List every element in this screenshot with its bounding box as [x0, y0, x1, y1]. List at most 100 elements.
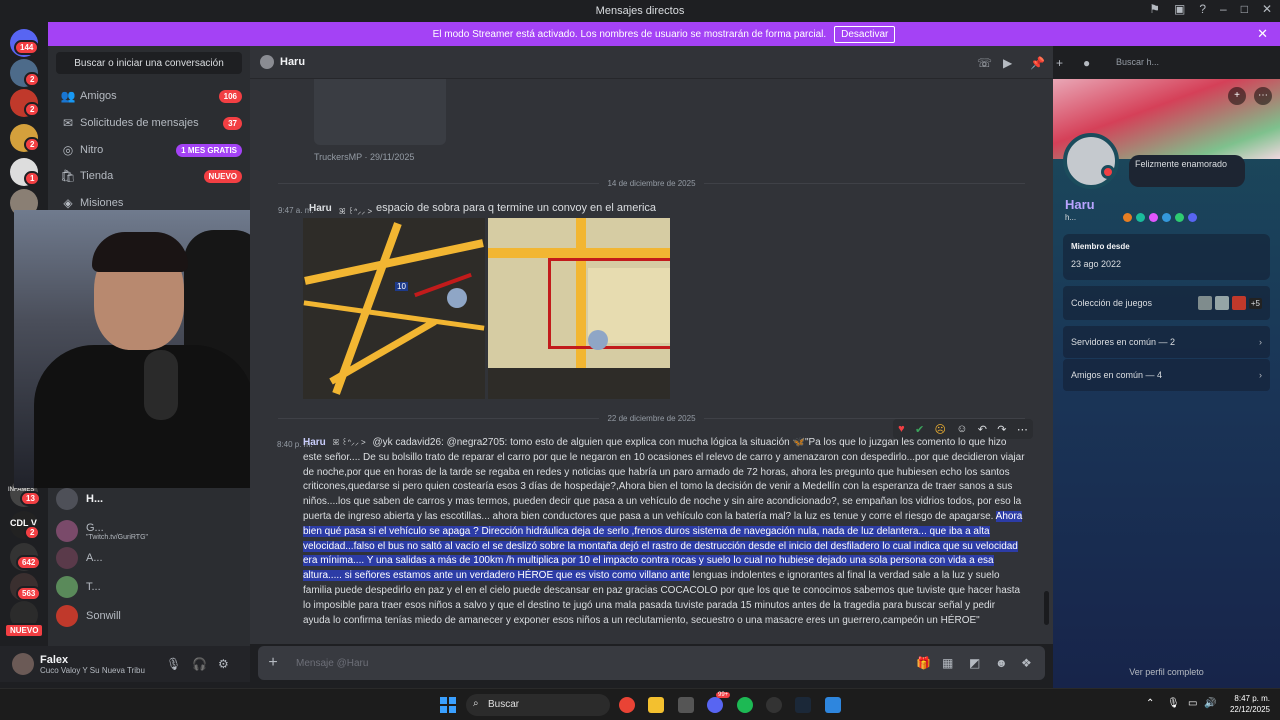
- title-bar: Mensajes directos ⚑ ▣ ? – □ ✕: [0, 0, 1280, 21]
- app-icon[interactable]: [825, 697, 841, 713]
- more-games-count: +5: [1248, 297, 1262, 309]
- headphones-icon[interactable]: 🎧: [192, 657, 207, 671]
- help-icon[interactable]: ?: [1199, 2, 1206, 16]
- minimize-button[interactable]: –: [1220, 2, 1227, 16]
- message-list: TruckersMP · 29/11/2025 14 de diciembre …: [250, 79, 1053, 644]
- more-icon[interactable]: ⋯: [1254, 87, 1272, 105]
- search-conversation-button[interactable]: Buscar o iniciar una conversación: [56, 52, 242, 74]
- pin-icon[interactable]: 📌: [1030, 56, 1045, 70]
- emoji-reaction-icon[interactable]: ☹: [934, 423, 945, 436]
- game-collection-row[interactable]: Colección de juegos +5: [1063, 286, 1270, 320]
- emoji-icon[interactable]: ☻: [995, 656, 1008, 670]
- video-icon[interactable]: ▶: [1003, 56, 1012, 70]
- gif-icon[interactable]: ▦: [942, 656, 953, 670]
- badge-icon[interactable]: [1123, 213, 1132, 222]
- settings-icon[interactable]: ⚙: [218, 657, 229, 671]
- view-full-profile-link[interactable]: Ver perfil completo: [1053, 667, 1280, 677]
- notification-badge: 2: [24, 102, 41, 117]
- dm-item[interactable]: G... "Twitch.tv/GuriRTG": [56, 516, 242, 546]
- badge-icon[interactable]: [1136, 213, 1145, 222]
- sidebar-item-nitro[interactable]: ◎ Nitro 1 MES GRATIS: [56, 138, 242, 162]
- taskbar-search[interactable]: ⌕ Buscar: [466, 694, 610, 716]
- map-image[interactable]: 10: [303, 218, 485, 399]
- maximize-button[interactable]: □: [1241, 2, 1248, 16]
- notification-badge: 1: [24, 171, 41, 186]
- app-icon[interactable]: [766, 697, 782, 713]
- badge-icon[interactable]: [1175, 213, 1184, 222]
- clock[interactable]: 8:47 p. m. 22/12/2025: [1230, 693, 1270, 715]
- scrollbar[interactable]: [1044, 591, 1049, 625]
- gift-icon[interactable]: 🎁: [916, 656, 931, 670]
- window-title: Mensajes directos: [595, 4, 685, 17]
- forward-icon[interactable]: ↷: [997, 423, 1006, 436]
- file-explorer-icon[interactable]: [648, 697, 664, 713]
- discord-icon[interactable]: [707, 697, 723, 713]
- dm-item[interactable]: T...: [56, 574, 242, 600]
- dm-item[interactable]: Sonwill: [56, 603, 242, 629]
- microphone-icon[interactable]: 🎙: [1167, 698, 1180, 709]
- network-icon[interactable]: ▭: [1188, 698, 1197, 709]
- call-icon[interactable]: ☏: [977, 56, 992, 70]
- streamer-banner-text: El modo Streamer está activado. Los nomb…: [432, 28, 827, 40]
- notification-badge: 2: [24, 525, 41, 540]
- heart-reaction-icon[interactable]: ♥: [898, 423, 905, 435]
- chrome-icon[interactable]: [619, 697, 635, 713]
- avatar[interactable]: [12, 653, 34, 675]
- member-since-card: Miembro desde 23 ago 2022: [1063, 234, 1270, 280]
- badge-icon[interactable]: [1149, 213, 1158, 222]
- close-window-button[interactable]: ✕: [1262, 2, 1272, 16]
- map-image[interactable]: [488, 218, 670, 399]
- badge-icon[interactable]: [1162, 213, 1171, 222]
- embed-image[interactable]: [314, 79, 446, 145]
- store-icon[interactable]: [678, 697, 694, 713]
- webcam-overlay: [14, 210, 273, 488]
- sidebar-item-label: Tienda: [80, 170, 114, 182]
- close-icon[interactable]: ✕: [1257, 26, 1268, 42]
- more-icon[interactable]: ⋯: [1017, 423, 1028, 436]
- deactivate-button[interactable]: Desactivar: [834, 25, 896, 43]
- windows-start-icon[interactable]: [440, 697, 456, 713]
- sticker-icon[interactable]: ◩: [969, 656, 980, 670]
- screen-icon[interactable]: ▣: [1174, 2, 1185, 16]
- sidebar-item-shop[interactable]: 🛍 Tienda NUEVO: [56, 164, 242, 188]
- sidebar-item-friends[interactable]: 👥 Amigos 106: [56, 84, 242, 108]
- avatar[interactable]: [1063, 133, 1119, 189]
- steam-icon[interactable]: [795, 697, 811, 713]
- message-input[interactable]: Mensaje @Haru: [296, 658, 368, 669]
- sidebar-item-message-requests[interactable]: ✉ Solicitudes de mensajes 37: [56, 111, 242, 135]
- chevron-up-icon[interactable]: ⌃: [1146, 698, 1154, 709]
- add-friends-icon[interactable]: +: [1056, 56, 1063, 70]
- message-composer[interactable]: + Mensaje @Haru 🎁 ▦ ◩ ☻ ❖: [258, 646, 1045, 680]
- attach-plus-icon[interactable]: +: [258, 654, 288, 672]
- dm-item[interactable]: H...: [56, 486, 242, 512]
- badge-icon[interactable]: [1188, 213, 1197, 222]
- message-author[interactable]: Haru: [303, 437, 326, 448]
- dm-item[interactable]: A...: [56, 545, 242, 571]
- sidebar-item-label: Misiones: [80, 197, 124, 209]
- streamer-mode-banner: El modo Streamer está activado. Los nomb…: [48, 22, 1280, 46]
- volume-icon[interactable]: 🔊: [1204, 698, 1216, 709]
- search-icon: ⌕: [473, 698, 479, 709]
- dnd-status-icon: [1101, 165, 1115, 179]
- notification-badge: 2: [24, 72, 41, 87]
- member-since-label: Miembro desde: [1071, 242, 1130, 251]
- search-input[interactable]: Buscar h...: [1110, 53, 1260, 72]
- user-profile-icon[interactable]: ●: [1083, 56, 1090, 70]
- member-since-date: 23 ago 2022: [1071, 259, 1122, 269]
- microphone-icon[interactable]: 🎙: [166, 657, 181, 671]
- message-author[interactable]: Haru: [309, 203, 332, 214]
- avatar: [56, 520, 78, 542]
- game-icon: [1214, 296, 1229, 310]
- message-body: Haru ꕤ ꒰ᐢ⸝⸝ ˃ @yk cadavid26: @negra2705:…: [303, 436, 1025, 628]
- add-friend-icon[interactable]: +: [1228, 87, 1246, 105]
- dm-name: A...: [86, 552, 103, 564]
- check-reaction-icon[interactable]: ✔: [915, 423, 924, 436]
- mutual-friends-row[interactable]: Amigos en común — 4 ›: [1063, 359, 1270, 391]
- reply-icon[interactable]: ↶: [978, 423, 987, 436]
- apps-icon[interactable]: ❖: [1021, 656, 1032, 670]
- mutual-servers-row[interactable]: Servidores en común — 2 ›: [1063, 326, 1270, 358]
- spotify-icon[interactable]: [737, 697, 753, 713]
- avatar: [56, 605, 78, 627]
- add-reaction-icon[interactable]: ☺: [956, 423, 967, 435]
- inbox-icon[interactable]: ⚑: [1149, 2, 1160, 16]
